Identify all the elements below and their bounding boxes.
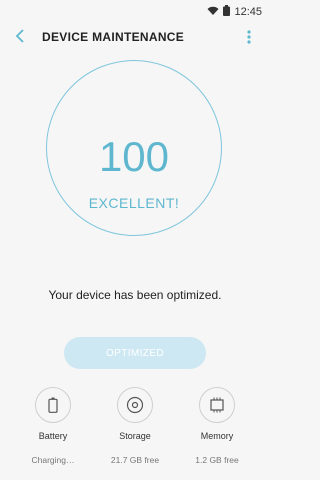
app-bar: DEVICE MAINTENANCE xyxy=(0,20,270,54)
more-options-button[interactable] xyxy=(242,28,256,46)
memory-tool[interactable]: Memory 1.2 GB free xyxy=(182,387,252,465)
back-button[interactable] xyxy=(10,26,30,46)
status-message: Your device has been optimized. xyxy=(48,288,222,302)
page-title: DEVICE MAINTENANCE xyxy=(42,30,185,44)
chevron-left-icon xyxy=(15,29,24,43)
storage-disc-icon xyxy=(126,396,144,414)
score-value: 100 xyxy=(98,133,170,180)
memory-label: Memory xyxy=(200,431,234,441)
memory-status: 1.2 GB free xyxy=(195,455,239,465)
memory-chip-icon xyxy=(210,397,224,413)
storage-tool[interactable]: Storage 21.7 GB free xyxy=(100,387,170,465)
score-label: EXCELLENT! xyxy=(88,195,180,211)
score-circle: 100 EXCELLENT! xyxy=(46,60,222,236)
wifi-icon xyxy=(207,3,219,21)
battery-status: Charging… xyxy=(31,455,75,465)
storage-label: Storage xyxy=(119,431,151,441)
storage-status: 21.7 GB free xyxy=(110,455,160,465)
more-vertical-icon xyxy=(247,30,251,44)
battery-label: Battery xyxy=(38,431,68,441)
status-time: 12:45 xyxy=(234,6,262,18)
optimized-button[interactable]: OPTIMIZED xyxy=(64,337,206,369)
battery-icon-button[interactable] xyxy=(35,387,71,423)
status-bar: 12:45 xyxy=(0,0,270,18)
battery-icon xyxy=(223,3,231,21)
battery-outline-icon xyxy=(48,397,58,413)
battery-tool[interactable]: Battery Charging… xyxy=(18,387,88,465)
memory-icon-button[interactable] xyxy=(199,387,235,423)
storage-icon-button[interactable] xyxy=(117,387,153,423)
